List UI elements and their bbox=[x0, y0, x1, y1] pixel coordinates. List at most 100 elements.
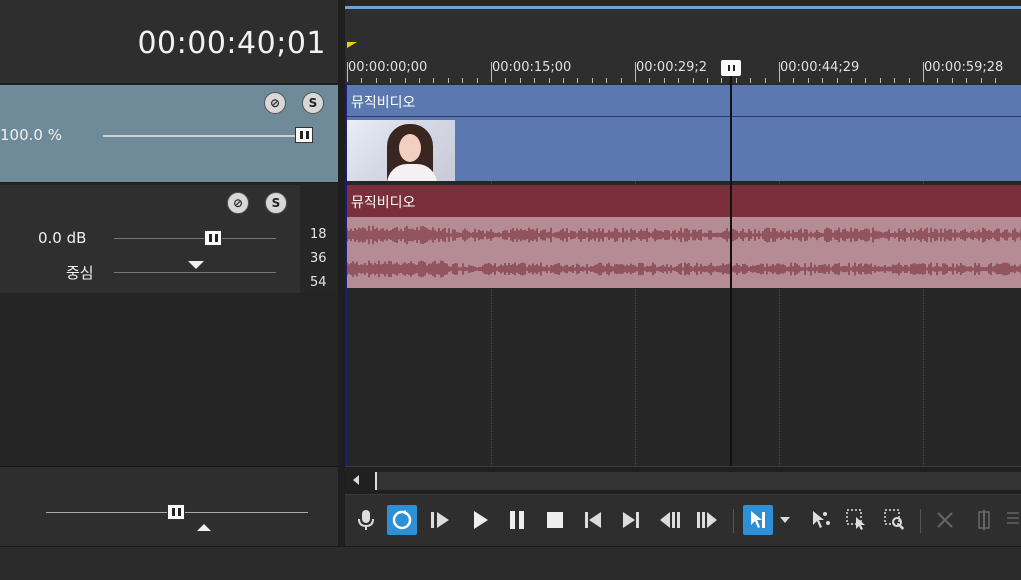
ruler-tick bbox=[678, 78, 680, 83]
track-height-slider-thumb[interactable] bbox=[167, 504, 185, 520]
play-from-start-icon[interactable] bbox=[425, 505, 455, 535]
track-zoom-area bbox=[0, 466, 338, 546]
envelope-edit-tool-icon[interactable] bbox=[805, 505, 835, 535]
trim-icon[interactable] bbox=[969, 505, 999, 535]
video-thumbnail bbox=[347, 120, 455, 181]
mute-icon[interactable]: ⊘ bbox=[227, 192, 249, 214]
go-to-start-icon[interactable] bbox=[578, 505, 608, 535]
ruler-tick bbox=[836, 78, 838, 83]
video-clip-name: 뮤직비디오 bbox=[351, 95, 416, 111]
ruler-label: 00:00:59;28 bbox=[924, 60, 1004, 75]
ruler-tick bbox=[779, 62, 780, 82]
ruler-tick bbox=[793, 78, 795, 83]
ruler-tick bbox=[361, 78, 363, 83]
ruler-tick bbox=[707, 78, 708, 83]
track-list-panel: 00:00:40;01 ⊘ S 100.0 % ⊘ S 0.0 dB 중심 18… bbox=[0, 0, 338, 546]
ruler-tick bbox=[649, 78, 651, 83]
playhead-handle[interactable] bbox=[721, 60, 741, 76]
previous-frame-icon[interactable] bbox=[655, 505, 685, 535]
meter-label-18: 18 bbox=[310, 227, 327, 242]
video-level-slider-thumb[interactable] bbox=[295, 127, 313, 143]
ruler-tick bbox=[908, 78, 910, 83]
solo-icon[interactable]: S bbox=[302, 92, 324, 114]
transport-toolbar bbox=[345, 494, 1021, 546]
video-track-header[interactable]: ⊘ S 100.0 % bbox=[0, 85, 338, 183]
selection-edit-tool-icon[interactable] bbox=[842, 505, 872, 535]
ruler-tick bbox=[519, 78, 521, 83]
ruler-label: 00:00:44;29 bbox=[780, 60, 860, 75]
meter-label-36: 36 bbox=[310, 251, 327, 266]
ruler-label: 00:00:00;00 bbox=[348, 60, 428, 75]
scroll-left-arrow-icon[interactable] bbox=[353, 475, 359, 485]
go-to-end-icon[interactable] bbox=[616, 505, 646, 535]
toolbar-separator bbox=[733, 509, 734, 533]
audio-pan-slider-track[interactable] bbox=[114, 272, 276, 273]
ruler-tick bbox=[620, 78, 622, 83]
video-level-slider-track[interactable] bbox=[103, 135, 313, 137]
zoom-edit-tool-icon[interactable] bbox=[880, 505, 910, 535]
next-frame-icon[interactable] bbox=[692, 505, 722, 535]
ruler-tick bbox=[347, 62, 348, 82]
ruler-tick bbox=[577, 78, 579, 83]
audio-track[interactable]: 뮤직비디오 bbox=[347, 185, 1021, 288]
loop-playback-icon[interactable] bbox=[387, 505, 417, 535]
video-track[interactable]: 뮤직비디오 bbox=[347, 85, 1021, 181]
pause-icon[interactable] bbox=[502, 505, 532, 535]
video-level-value: 100.0 % bbox=[0, 126, 62, 144]
audio-level-meter: 18 36 54 bbox=[300, 185, 338, 293]
audio-volume-slider-track[interactable] bbox=[114, 238, 276, 239]
ruler-tick bbox=[822, 78, 824, 83]
audio-track-header[interactable]: ⊘ S 0.0 dB 중심 bbox=[0, 185, 300, 293]
normal-edit-tool-icon[interactable] bbox=[743, 505, 773, 535]
playhead-line[interactable] bbox=[730, 74, 732, 466]
audio-pan-label: 중심 bbox=[66, 264, 94, 282]
ruler-tick bbox=[995, 78, 996, 83]
meter-label-54: 54 bbox=[310, 275, 327, 290]
ruler-tick bbox=[865, 78, 867, 83]
delete-icon[interactable] bbox=[930, 505, 960, 535]
mute-icon[interactable]: ⊘ bbox=[264, 92, 286, 114]
more-tools-icon[interactable] bbox=[1005, 505, 1021, 535]
ruler-tick bbox=[390, 78, 392, 83]
ruler-tick bbox=[548, 78, 550, 83]
audio-clip-header[interactable]: 뮤직비디오 bbox=[347, 185, 1021, 217]
ruler-tick bbox=[764, 78, 766, 83]
ruler-label: 00:00:29;2 bbox=[636, 60, 708, 75]
scrollbar-thumb[interactable] bbox=[375, 472, 1021, 490]
ruler-tick bbox=[491, 62, 492, 82]
record-microphone-icon[interactable] bbox=[351, 505, 381, 535]
timecode-area: 00:00:40;01 bbox=[0, 0, 338, 84]
ruler-tick bbox=[462, 78, 464, 83]
video-editor-window: 00:00:40;01 ⊘ S 100.0 % ⊘ S 0.0 dB 중심 18… bbox=[0, 0, 1021, 580]
play-icon[interactable] bbox=[465, 505, 495, 535]
marker-flag-icon[interactable] bbox=[347, 42, 357, 48]
audio-volume-value: 0.0 dB bbox=[38, 229, 87, 247]
audio-pan-slider-thumb[interactable] bbox=[188, 261, 204, 269]
ruler-tick bbox=[505, 78, 507, 83]
ruler-tick bbox=[879, 78, 881, 83]
video-clip-header[interactable]: 뮤직비디오 bbox=[347, 85, 1021, 117]
ruler-tick bbox=[951, 78, 953, 83]
solo-icon[interactable]: S bbox=[265, 192, 287, 214]
timecode-display[interactable]: 00:00:40;01 bbox=[137, 26, 326, 61]
ruler-tick bbox=[980, 78, 982, 83]
ruler-tick bbox=[404, 78, 406, 83]
ruler-tick bbox=[635, 62, 636, 82]
tool-dropdown-icon[interactable] bbox=[777, 505, 793, 535]
track-start-line bbox=[345, 84, 347, 466]
toolbar-separator bbox=[920, 509, 921, 533]
ruler-tick bbox=[923, 62, 924, 82]
ruler-tick bbox=[721, 78, 723, 83]
stop-icon[interactable] bbox=[540, 505, 570, 535]
horizontal-scrollbar[interactable] bbox=[345, 466, 1021, 494]
timeline[interactable]: 00:00:00;00 00:00:15;00 00:00:29;2 00:00… bbox=[345, 0, 1021, 466]
ruler-tick bbox=[663, 78, 665, 83]
ruler-tick bbox=[937, 78, 939, 83]
panel-divider[interactable] bbox=[338, 0, 345, 546]
ruler-tick bbox=[375, 78, 377, 83]
ruler-tick bbox=[591, 78, 593, 83]
audio-volume-slider-thumb[interactable] bbox=[204, 230, 222, 246]
ruler-tick bbox=[966, 78, 968, 83]
audio-waveform bbox=[347, 225, 1021, 278]
ruler-tick bbox=[447, 78, 449, 83]
